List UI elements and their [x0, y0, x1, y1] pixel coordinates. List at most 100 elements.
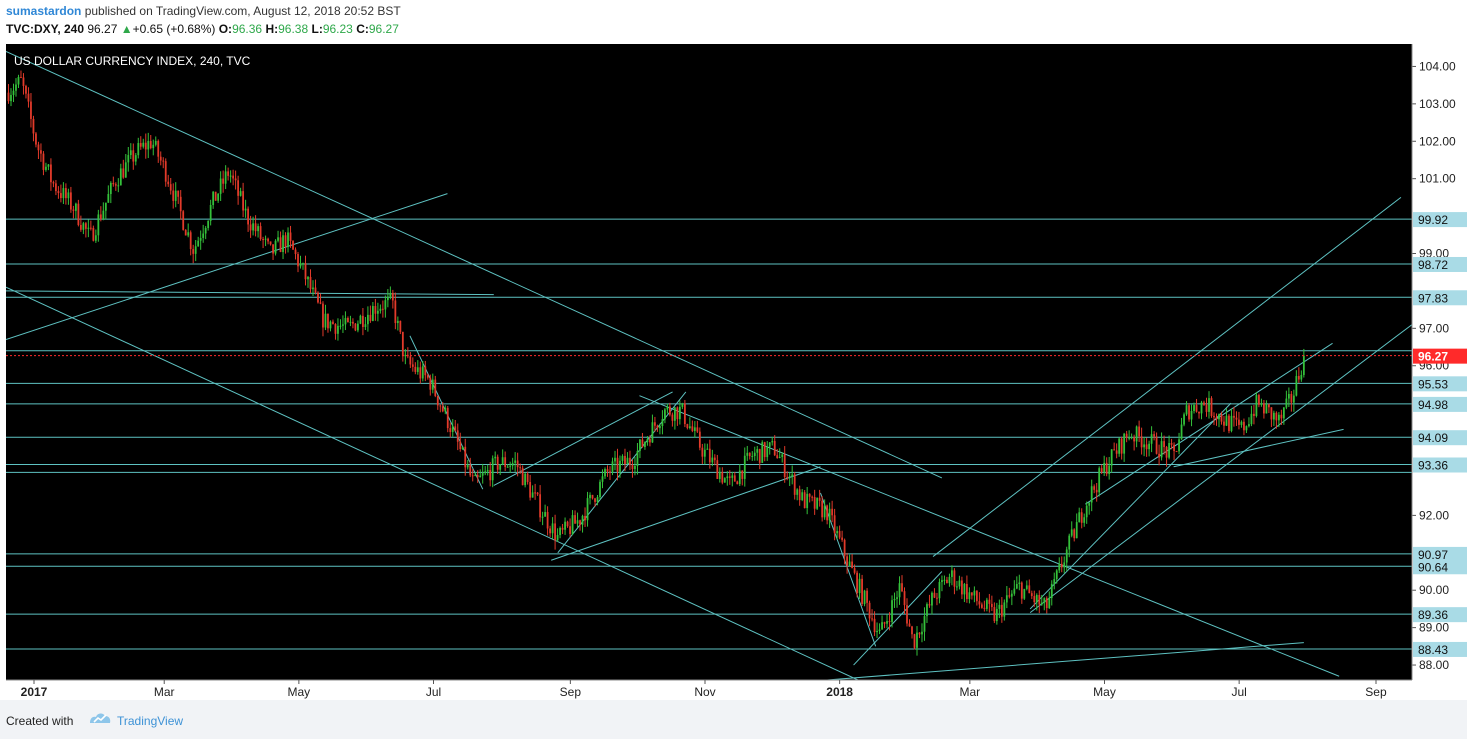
candle-body — [951, 570, 953, 577]
candle-body — [439, 405, 442, 407]
candle-body — [334, 324, 337, 334]
candle-body — [980, 604, 983, 608]
candle-body — [192, 249, 195, 254]
candle-body — [294, 249, 297, 255]
candle-body — [594, 498, 596, 502]
candle-body — [127, 155, 130, 163]
candle-body — [1050, 583, 1053, 599]
candle-body — [1178, 439, 1180, 452]
candle-body — [1055, 570, 1058, 580]
candle-body — [209, 205, 212, 221]
candle-body — [961, 580, 963, 595]
candle-body — [199, 238, 202, 241]
candle-body — [1255, 395, 1258, 416]
candle-body — [586, 498, 589, 521]
candle-body — [534, 492, 537, 494]
candle-body — [678, 406, 681, 420]
author-link[interactable]: sumastardon — [6, 4, 81, 18]
plot-area — [6, 44, 1412, 680]
candle-body — [576, 520, 579, 524]
candle-body — [69, 192, 72, 210]
candle-body — [1235, 417, 1238, 420]
ohlc-line: TVC:DXY, 240 96.27 ▲+0.65 (+0.68%) O:96.… — [6, 22, 399, 36]
candle-body — [858, 578, 861, 594]
candle-body — [50, 164, 52, 183]
candle-body — [888, 621, 891, 623]
candle-body — [119, 168, 122, 186]
tradingview-link[interactable]: TradingView — [117, 714, 183, 728]
candle-body — [818, 497, 821, 501]
candle-body — [666, 406, 669, 410]
candle-body — [1268, 404, 1270, 408]
candle-body — [539, 494, 542, 518]
candle-body — [1060, 563, 1063, 568]
y-tick-label: 103.00 — [1419, 97, 1456, 111]
candle-body — [149, 141, 152, 149]
candle-body — [494, 456, 497, 459]
candle-body — [556, 535, 559, 541]
candle-body — [706, 448, 709, 450]
x-tick-label: Jul — [426, 685, 441, 699]
candle-body — [10, 94, 12, 102]
candle-body — [35, 133, 37, 145]
candle-body — [20, 77, 22, 79]
candle-body — [681, 403, 684, 407]
candle-body — [344, 317, 347, 325]
candle-body — [871, 618, 873, 620]
candle-body — [1230, 415, 1233, 432]
candle-body — [726, 476, 729, 479]
candle-body — [237, 180, 240, 196]
candle-body — [212, 191, 215, 206]
candle-body — [866, 590, 868, 603]
candle-body — [906, 605, 908, 624]
candle-body — [1200, 402, 1203, 414]
chart-title: US DOLLAR CURRENCY INDEX, 240, TVC — [14, 54, 251, 68]
candle-body — [424, 366, 427, 376]
candle-body — [461, 446, 464, 450]
candle-body — [299, 263, 302, 267]
candle-body — [1100, 468, 1103, 473]
candle-body — [1292, 395, 1295, 403]
candle-body — [990, 603, 993, 608]
candle-body — [1185, 405, 1188, 415]
candle-body — [738, 470, 741, 485]
candle-body — [414, 366, 417, 372]
candle-body — [761, 442, 764, 463]
candle-body — [928, 604, 931, 606]
candle-body — [1228, 415, 1230, 432]
candle-body — [788, 476, 791, 478]
candle-body — [604, 469, 606, 477]
candle-body — [97, 214, 100, 236]
candle-body — [1195, 405, 1198, 412]
x-tick-label: Jul — [1231, 685, 1246, 699]
candle-body — [309, 276, 312, 290]
candle-body — [1015, 584, 1018, 589]
candle-body — [921, 631, 923, 635]
candle-body — [489, 470, 492, 481]
candle-body — [1105, 462, 1108, 475]
candle-body — [1005, 595, 1008, 603]
candle-body — [204, 228, 207, 234]
candle-body — [1098, 468, 1101, 493]
candle-body — [1083, 517, 1086, 523]
candle-body — [40, 150, 42, 154]
candle-body — [796, 489, 799, 495]
candle-body — [1018, 582, 1021, 585]
candle-body — [908, 623, 911, 627]
level-label: 95.53 — [1418, 377, 1448, 391]
candle-body — [931, 592, 933, 606]
price-chart[interactable]: US DOLLAR CURRENCY INDEX, 240, TVC 104.00… — [0, 44, 1467, 700]
candle-body — [1025, 585, 1028, 589]
candle-body — [384, 300, 387, 310]
candle-body — [319, 302, 322, 304]
candle-body — [995, 608, 998, 622]
candle-body — [821, 500, 824, 518]
candle-body — [668, 406, 671, 415]
candle-body — [644, 442, 646, 447]
level-label: 97.83 — [1418, 291, 1448, 305]
candle-body — [1277, 414, 1280, 421]
candle-body — [147, 141, 150, 150]
candle-body — [856, 572, 858, 594]
candle-body — [122, 168, 125, 178]
close-value: 96.27 — [368, 22, 399, 36]
